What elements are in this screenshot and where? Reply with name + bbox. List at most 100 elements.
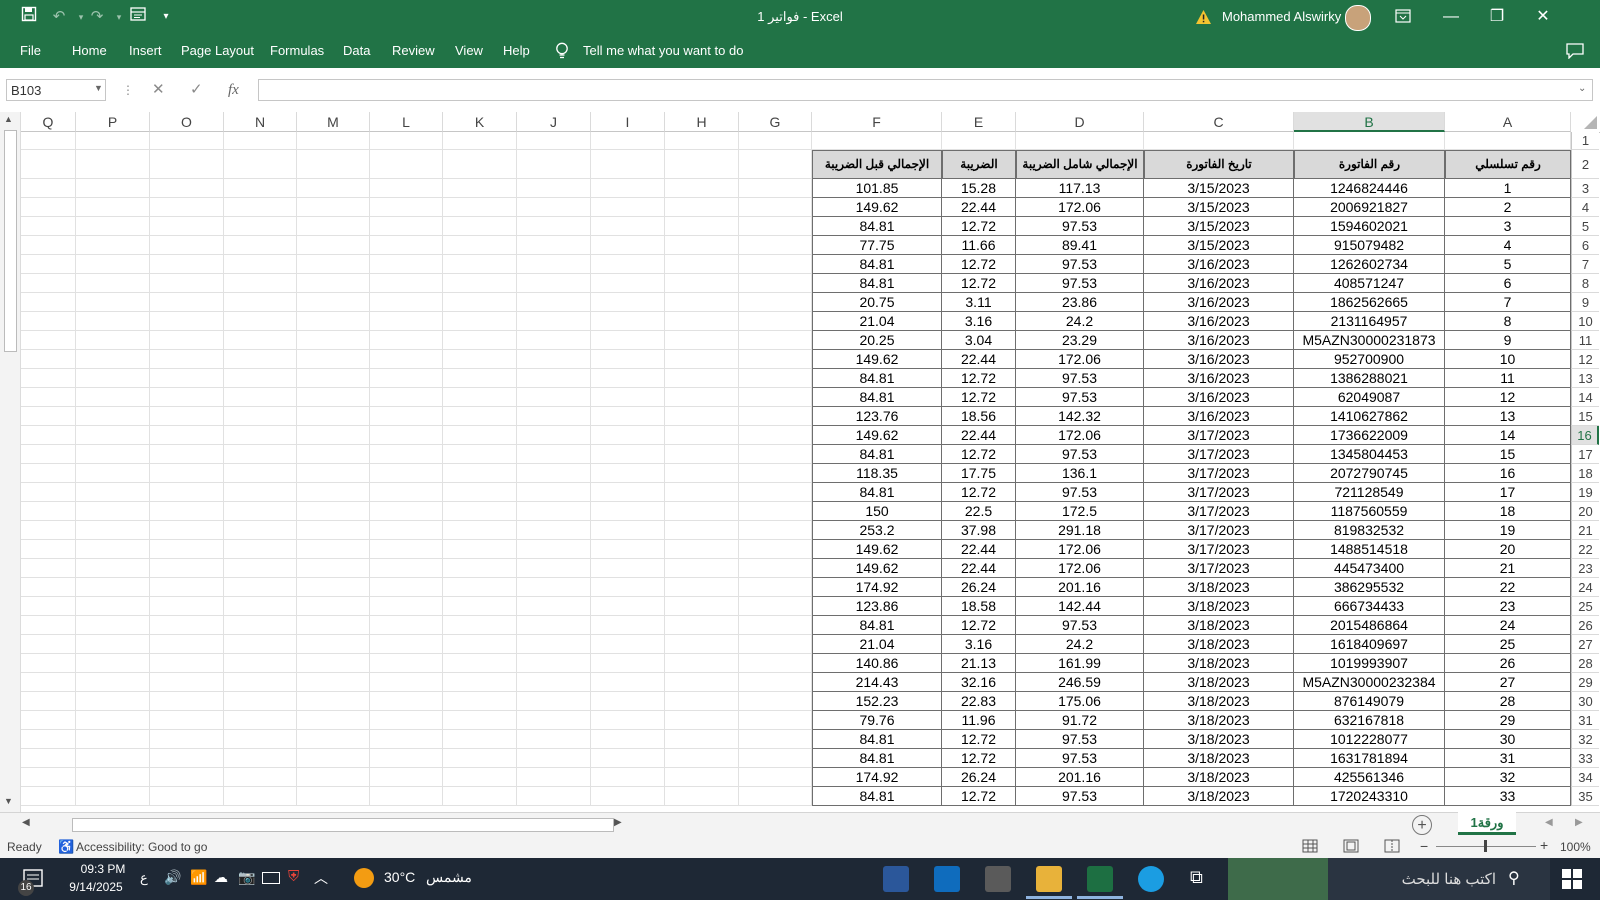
cell-e[interactable]: 37.98 bbox=[942, 521, 1016, 540]
cell[interactable] bbox=[443, 179, 517, 198]
row-header-26[interactable]: 26 bbox=[1571, 616, 1599, 635]
cell-f[interactable]: 20.75 bbox=[812, 293, 942, 312]
column-header-e[interactable]: E bbox=[942, 112, 1016, 132]
cell-c[interactable]: 3/17/2023 bbox=[1144, 464, 1294, 483]
cell[interactable] bbox=[739, 616, 812, 635]
cell[interactable] bbox=[739, 293, 812, 312]
column-header-h[interactable]: H bbox=[665, 112, 739, 132]
cell[interactable] bbox=[517, 255, 591, 274]
cell[interactable] bbox=[443, 578, 517, 597]
cell-c[interactable]: 3/18/2023 bbox=[1144, 635, 1294, 654]
cell[interactable] bbox=[591, 540, 665, 559]
close-button[interactable]: ✕ bbox=[1520, 0, 1566, 34]
cell[interactable] bbox=[370, 274, 443, 293]
cell-b[interactable]: 1386288021 bbox=[1294, 369, 1445, 388]
row-header-21[interactable]: 21 bbox=[1571, 521, 1599, 540]
cell-a[interactable]: 32 bbox=[1445, 768, 1571, 787]
cell-d[interactable]: 97.53 bbox=[1016, 388, 1144, 407]
cell[interactable] bbox=[739, 369, 812, 388]
cell-d[interactable]: 246.59 bbox=[1016, 673, 1144, 692]
cell-e[interactable]: 3.04 bbox=[942, 331, 1016, 350]
cell-e[interactable]: 11.96 bbox=[942, 711, 1016, 730]
cell[interactable] bbox=[665, 132, 739, 150]
cell-a[interactable]: 20 bbox=[1445, 540, 1571, 559]
cell-a[interactable]: 26 bbox=[1445, 654, 1571, 673]
cell[interactable] bbox=[297, 132, 370, 150]
cell[interactable] bbox=[76, 331, 150, 350]
cell-c[interactable]: 3/15/2023 bbox=[1144, 179, 1294, 198]
cell[interactable] bbox=[517, 179, 591, 198]
cell[interactable] bbox=[1294, 132, 1445, 150]
cell-d[interactable]: 117.13 bbox=[1016, 179, 1144, 198]
column-header-p[interactable]: P bbox=[76, 112, 150, 132]
cell[interactable] bbox=[739, 407, 812, 426]
row-header-5[interactable]: 5 bbox=[1571, 217, 1599, 236]
cell-d[interactable]: 172.06 bbox=[1016, 350, 1144, 369]
cell[interactable] bbox=[297, 768, 370, 787]
cell-f[interactable]: 84.81 bbox=[812, 388, 942, 407]
cell[interactable] bbox=[591, 198, 665, 217]
cell[interactable] bbox=[517, 597, 591, 616]
cell[interactable] bbox=[297, 255, 370, 274]
table-header-d[interactable]: الإجمالي شامل الضريبة bbox=[1016, 150, 1144, 179]
worksheet-grid[interactable]: ▲ ▼ Q P O N M L K J I H G F E D C B A 1 2 رقم تسلسلي رقم الف… bbox=[0, 112, 1600, 812]
cell[interactable] bbox=[591, 692, 665, 711]
cell-e[interactable]: 12.72 bbox=[942, 483, 1016, 502]
cell[interactable] bbox=[21, 179, 76, 198]
cell-b[interactable]: 425561346 bbox=[1294, 768, 1445, 787]
cell-b[interactable]: 1488514518 bbox=[1294, 540, 1445, 559]
cell[interactable] bbox=[739, 426, 812, 445]
cell-c[interactable]: 3/18/2023 bbox=[1144, 616, 1294, 635]
cell-e[interactable]: 12.72 bbox=[942, 445, 1016, 464]
cell[interactable] bbox=[21, 150, 76, 179]
cell[interactable] bbox=[76, 483, 150, 502]
column-header-o[interactable]: O bbox=[150, 112, 224, 132]
cell-c[interactable]: 3/17/2023 bbox=[1144, 502, 1294, 521]
row-header-27[interactable]: 27 bbox=[1571, 635, 1599, 654]
cell-c[interactable]: 3/15/2023 bbox=[1144, 198, 1294, 217]
cell-b[interactable]: M5AZN30000231873 bbox=[1294, 331, 1445, 350]
cell[interactable] bbox=[150, 616, 224, 635]
cell[interactable] bbox=[517, 483, 591, 502]
cell[interactable] bbox=[591, 559, 665, 578]
cell[interactable] bbox=[21, 132, 76, 150]
cell-c[interactable]: 3/17/2023 bbox=[1144, 521, 1294, 540]
cell[interactable] bbox=[21, 768, 76, 787]
cell[interactable] bbox=[150, 711, 224, 730]
more-options-icon[interactable]: ⋮ bbox=[122, 79, 134, 101]
cell[interactable] bbox=[443, 132, 517, 150]
cell[interactable] bbox=[739, 521, 812, 540]
cell-c[interactable]: 3/16/2023 bbox=[1144, 331, 1294, 350]
cell[interactable] bbox=[370, 312, 443, 331]
cell[interactable] bbox=[297, 635, 370, 654]
cell[interactable] bbox=[665, 692, 739, 711]
cell-a[interactable]: 3 bbox=[1445, 217, 1571, 236]
cell[interactable] bbox=[739, 559, 812, 578]
cell[interactable] bbox=[370, 673, 443, 692]
cell[interactable] bbox=[591, 673, 665, 692]
cell[interactable] bbox=[665, 350, 739, 369]
cell[interactable] bbox=[297, 179, 370, 198]
cell[interactable] bbox=[76, 350, 150, 369]
cell-b[interactable]: 1246824446 bbox=[1294, 179, 1445, 198]
table-header-e[interactable]: الضريبة bbox=[942, 150, 1016, 179]
column-header-j[interactable]: J bbox=[517, 112, 591, 132]
cell[interactable] bbox=[150, 407, 224, 426]
cell-d[interactable]: 97.53 bbox=[1016, 787, 1144, 806]
cell[interactable] bbox=[370, 179, 443, 198]
cell[interactable] bbox=[76, 768, 150, 787]
cell[interactable] bbox=[370, 150, 443, 179]
cell[interactable] bbox=[297, 407, 370, 426]
cell[interactable] bbox=[517, 426, 591, 445]
cell-b[interactable]: M5AZN30000232384 bbox=[1294, 673, 1445, 692]
cell[interactable] bbox=[224, 616, 297, 635]
cell[interactable] bbox=[370, 198, 443, 217]
cell-f[interactable]: 84.81 bbox=[812, 445, 942, 464]
cell[interactable] bbox=[443, 331, 517, 350]
cell-b[interactable]: 445473400 bbox=[1294, 559, 1445, 578]
name-box-dropdown-icon[interactable]: ▼ bbox=[94, 83, 103, 93]
task-view-icon[interactable]: ⧉ bbox=[1190, 867, 1203, 888]
cell[interactable] bbox=[517, 198, 591, 217]
weather-temp[interactable]: 30°C bbox=[384, 869, 415, 885]
row-header-13[interactable]: 13 bbox=[1571, 369, 1599, 388]
